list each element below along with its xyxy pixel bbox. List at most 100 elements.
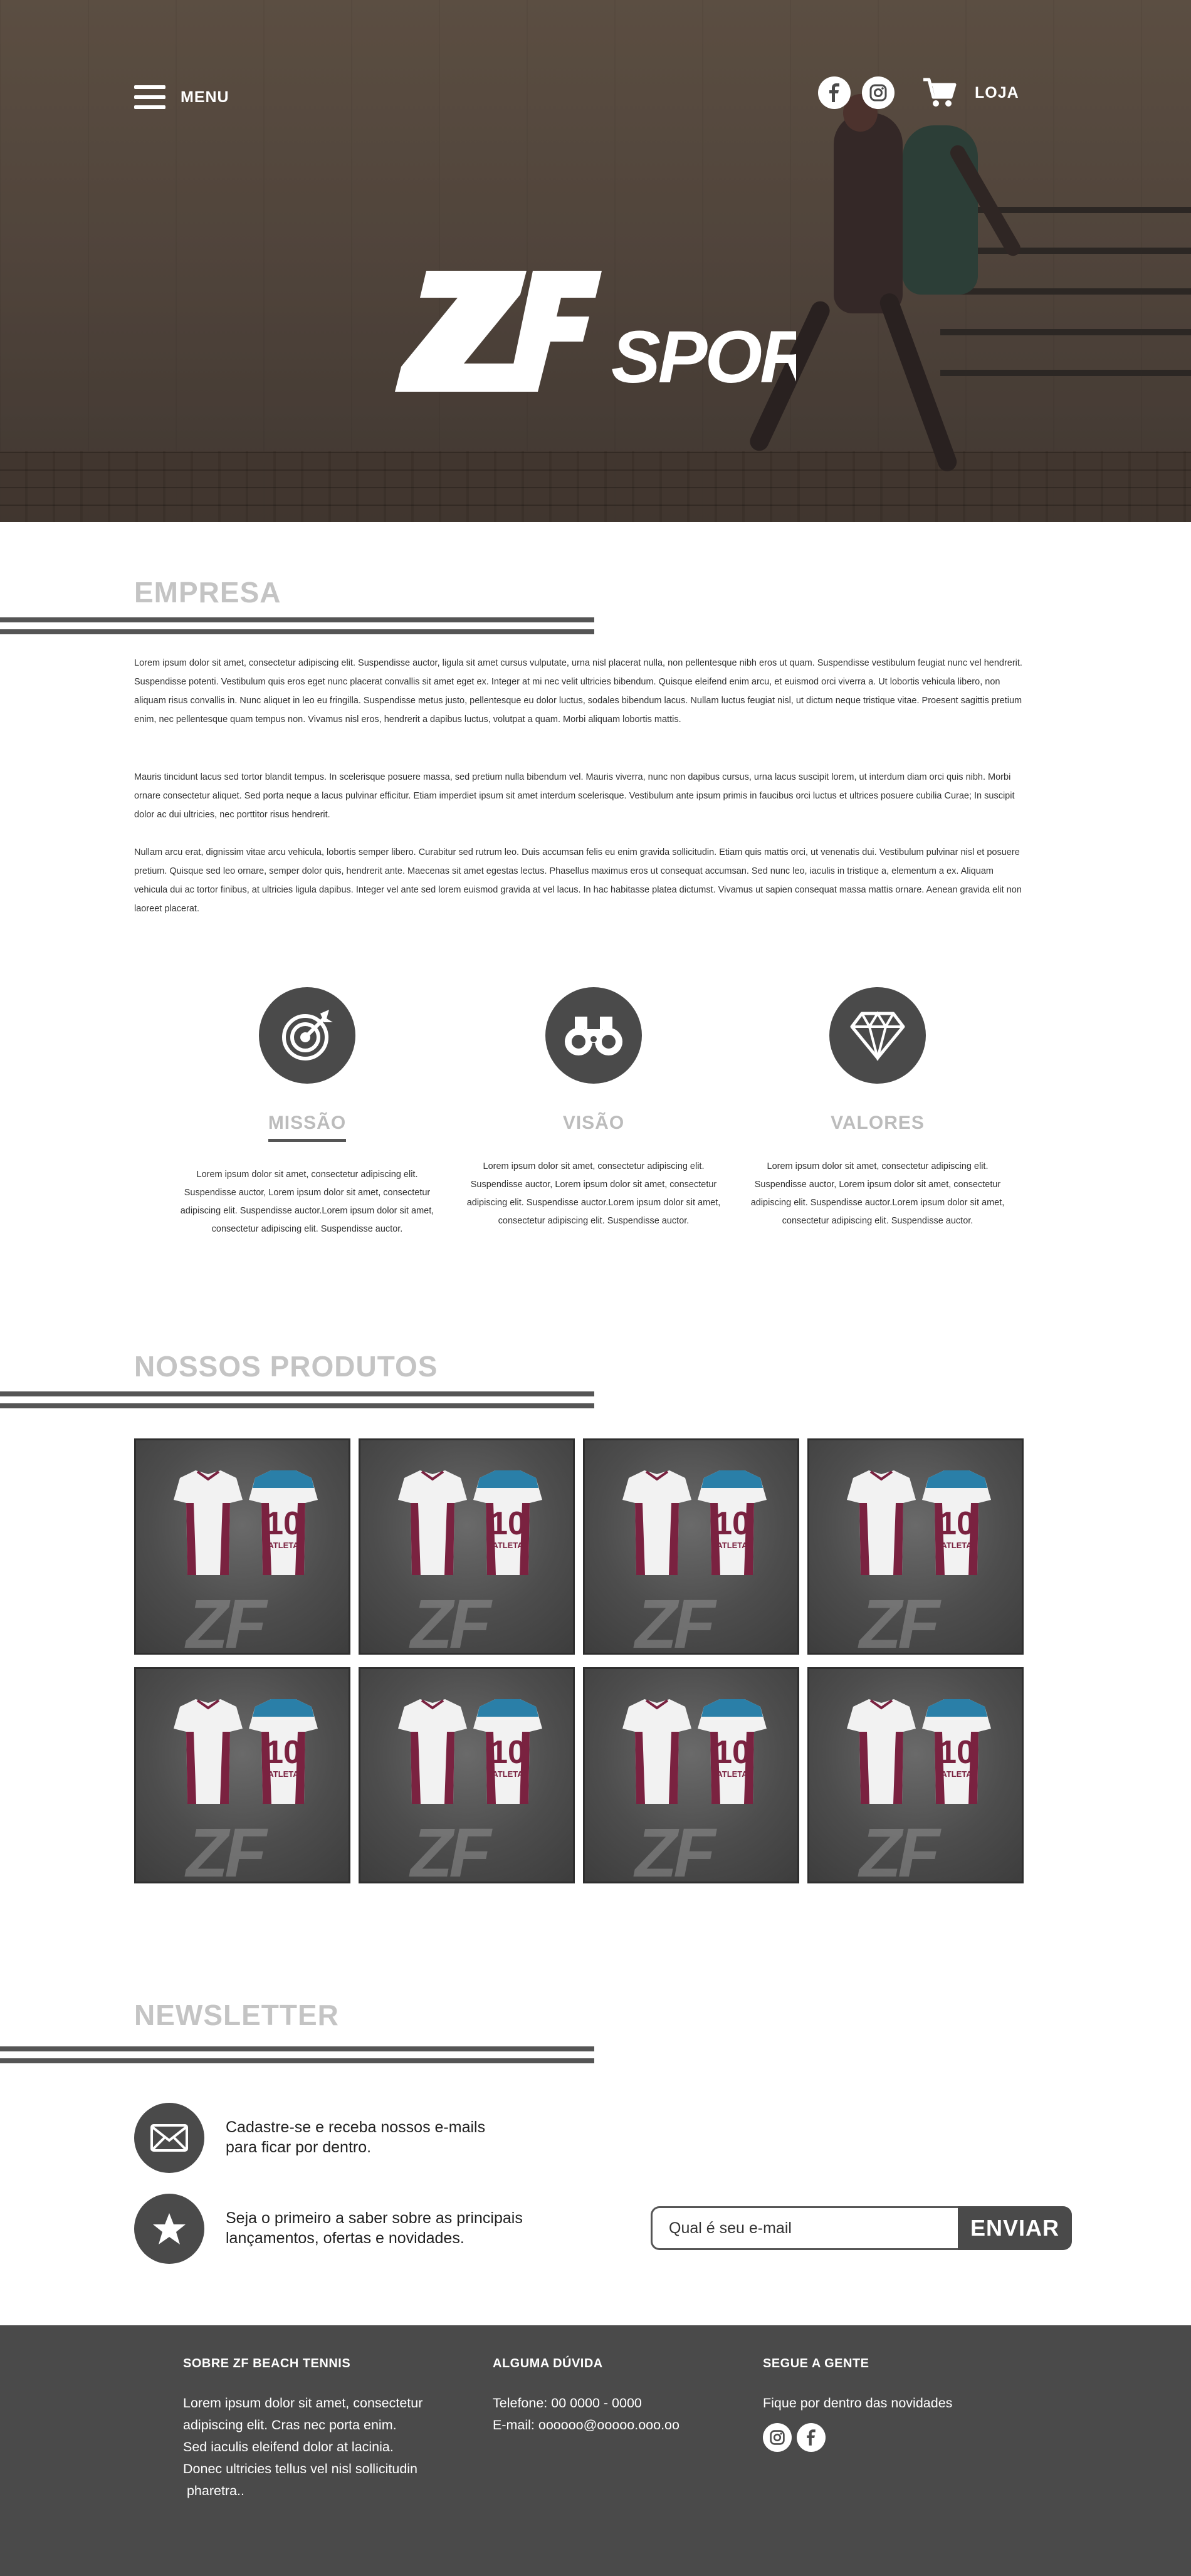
jersey-name: ATLETA xyxy=(941,1541,972,1550)
jersey-number: 10 xyxy=(938,1734,975,1771)
empresa-paragraph-1: Lorem ipsum dolor sit amet, consectetur … xyxy=(134,658,1022,725)
jersey-name: ATLETA xyxy=(268,1769,299,1779)
target-icon xyxy=(259,987,355,1084)
footer-about-line: pharetra.. xyxy=(183,2483,244,2498)
zf-watermark: ZF xyxy=(411,1814,491,1883)
jersey-name: ATLETA xyxy=(716,1541,748,1550)
product-card[interactable]: 10 ATLETA ZF xyxy=(807,1438,1024,1655)
product-card[interactable]: 10 ATLETA ZF xyxy=(583,1667,799,1883)
jersey-name: ATLETA xyxy=(268,1541,299,1550)
footer-about-line: Sed iaculis eleifend dolor at lacinia. xyxy=(183,2439,394,2454)
feature-visao: VISÃO Lorem ipsum dolor sit amet, consec… xyxy=(462,987,725,1230)
logo-sport-word: SPORT xyxy=(611,316,796,395)
jersey-number: 10 xyxy=(714,1734,750,1771)
product-card[interactable]: 10 ATLETA ZF xyxy=(359,1438,575,1655)
footer-about-line: adipiscing elit. Cras nec porta enim. xyxy=(183,2417,397,2432)
jersey-name: ATLETA xyxy=(492,1541,523,1550)
section-title-empresa: EMPRESA xyxy=(134,576,281,609)
cart-icon[interactable] xyxy=(922,77,957,108)
product-card[interactable]: 10 ATLETA ZF xyxy=(134,1438,350,1655)
jersey-number: 10 xyxy=(938,1505,975,1542)
footer-follow-title: SEGUE A GENTE xyxy=(763,2357,869,2370)
footer-social xyxy=(763,2423,952,2452)
product-card[interactable]: 10 ATLETA ZF xyxy=(359,1667,575,1883)
zf-watermark: ZF xyxy=(859,1586,940,1655)
zf-watermark: ZF xyxy=(186,1586,266,1655)
instagram-icon[interactable] xyxy=(763,2423,792,2452)
hamburger-icon xyxy=(134,85,165,109)
jersey-number: 10 xyxy=(265,1505,302,1542)
hero-banner: MENU LOJA SPORT xyxy=(0,0,1191,522)
zf-watermark: ZF xyxy=(635,1814,715,1883)
jersey-name: ATLETA xyxy=(492,1769,523,1779)
product-card[interactable]: 10 ATLETA ZF xyxy=(807,1667,1024,1883)
feature-valores: VALORES Lorem ipsum dolor sit amet, cons… xyxy=(746,987,1009,1230)
header-actions: LOJA xyxy=(818,76,1019,109)
footer-email: E-mail: oooooo@ooooo.ooo.oo xyxy=(493,2417,679,2432)
feature-title: VALORES xyxy=(831,1113,925,1133)
jersey-number: 10 xyxy=(265,1734,302,1771)
feature-missao: MISSÃO Lorem ipsum dolor sit amet, conse… xyxy=(176,987,439,1238)
jersey-number: 10 xyxy=(714,1505,750,1542)
empresa-paragraph-2: Mauris tincidunt lacus sed tortor blandi… xyxy=(134,772,1015,820)
footer-follow-text: Fique por dentro das novidades xyxy=(763,2395,953,2411)
footer-about-text: Lorem ipsum dolor sit amet, consectetur a… xyxy=(183,2392,422,2502)
product-card[interactable]: 10 ATLETA ZF xyxy=(134,1667,350,1883)
send-button[interactable]: ENVIAR xyxy=(958,2206,1072,2250)
section-divider xyxy=(0,617,594,636)
menu-label: MENU xyxy=(181,88,229,106)
page: MENU LOJA SPORT EMPRESA Lorem ipsum dolo… xyxy=(0,0,1191,2576)
shop-link[interactable]: LOJA xyxy=(975,84,1019,102)
empresa-paragraph-3: Nullam arcu erat, dignissim vitae arcu v… xyxy=(134,847,1022,914)
feature-text: Lorem ipsum dolor sit amet, consectetur … xyxy=(750,1161,1005,1226)
zf-watermark: ZF xyxy=(186,1814,266,1883)
jersey-pair-image: 10ATLETA xyxy=(398,1699,542,1804)
jersey-pair-image: 10ATLETA xyxy=(622,1470,767,1575)
star-icon xyxy=(134,2194,204,2264)
email-input[interactable] xyxy=(651,2206,958,2250)
jersey-pair-image: 10ATLETA xyxy=(622,1699,767,1804)
newsletter-text-2: Seja o primeiro a saber sobre as princip… xyxy=(226,2209,523,2247)
facebook-icon[interactable] xyxy=(818,76,851,109)
jersey-number: 10 xyxy=(490,1734,526,1771)
jersey-pair-image: 10ATLETA xyxy=(174,1699,318,1804)
envelope-icon xyxy=(134,2103,204,2173)
newsletter-form: ENVIAR xyxy=(651,2206,1072,2250)
newsletter-text-1: Cadastre-se e receba nossos e-mails para… xyxy=(226,2118,486,2156)
jersey-number: 10 xyxy=(490,1505,526,1542)
feature-title: VISÃO xyxy=(562,1113,625,1133)
product-card[interactable]: 10 ATLETA ZF xyxy=(583,1438,799,1655)
footer-about-title: SOBRE ZF BEACH TENNIS xyxy=(183,2357,351,2370)
jersey-pair-image: 10ATLETA xyxy=(847,1470,991,1575)
footer: SOBRE ZF BEACH TENNIS Lorem ipsum dolor … xyxy=(0,2325,1191,2576)
footer-follow: SEGUE A GENTE Fique por dentro das novid… xyxy=(763,2357,952,2452)
zf-watermark: ZF xyxy=(859,1814,940,1883)
product-grid: 10 ATLETA ZF 10 ATLETA ZF 10 ATLETA ZF 10 ATLETA ZF… xyxy=(134,1438,1024,1883)
zf-sport-logo: SPORT xyxy=(395,271,796,395)
facebook-icon[interactable] xyxy=(797,2423,826,2452)
jersey-pair-image: 10ATLETA xyxy=(398,1470,542,1575)
instagram-icon[interactable] xyxy=(862,76,895,109)
jersey-pair-image: 10ATLETA xyxy=(847,1699,991,1804)
jersey-name: ATLETA xyxy=(716,1769,748,1779)
diamond-icon xyxy=(829,987,926,1084)
binoculars-icon xyxy=(545,987,642,1084)
footer-about-line: Donec ultricies tellus vel nisl sollicit… xyxy=(183,2461,418,2476)
footer-help: ALGUMA DÚVIDA Telefone: 00 0000 - 0000 E… xyxy=(493,2357,679,2436)
footer-about-line: Lorem ipsum dolor sit amet, consectetur xyxy=(183,2395,423,2411)
zf-watermark: ZF xyxy=(411,1586,491,1655)
section-title-produtos: NOSSOS PRODUTOS xyxy=(134,1350,438,1383)
section-title-newsletter: NEWSLETTER xyxy=(134,1999,339,2031)
footer-about: SOBRE ZF BEACH TENNIS Lorem ipsum dolor … xyxy=(183,2357,422,2502)
jersey-name: ATLETA xyxy=(941,1769,972,1779)
footer-help-title: ALGUMA DÚVIDA xyxy=(493,2357,603,2370)
jersey-pair-image: 10ATLETA xyxy=(174,1470,318,1575)
footer-phone: Telefone: 00 0000 - 0000 xyxy=(493,2395,642,2411)
feature-text: Lorem ipsum dolor sit amet, consectetur … xyxy=(180,1170,434,1234)
feature-title: MISSÃO xyxy=(268,1113,347,1142)
menu-button[interactable]: MENU xyxy=(134,85,229,109)
section-divider xyxy=(0,1391,594,1410)
zf-watermark: ZF xyxy=(635,1586,715,1655)
section-divider xyxy=(0,2046,594,2065)
feature-text: Lorem ipsum dolor sit amet, consectetur … xyxy=(466,1161,721,1226)
